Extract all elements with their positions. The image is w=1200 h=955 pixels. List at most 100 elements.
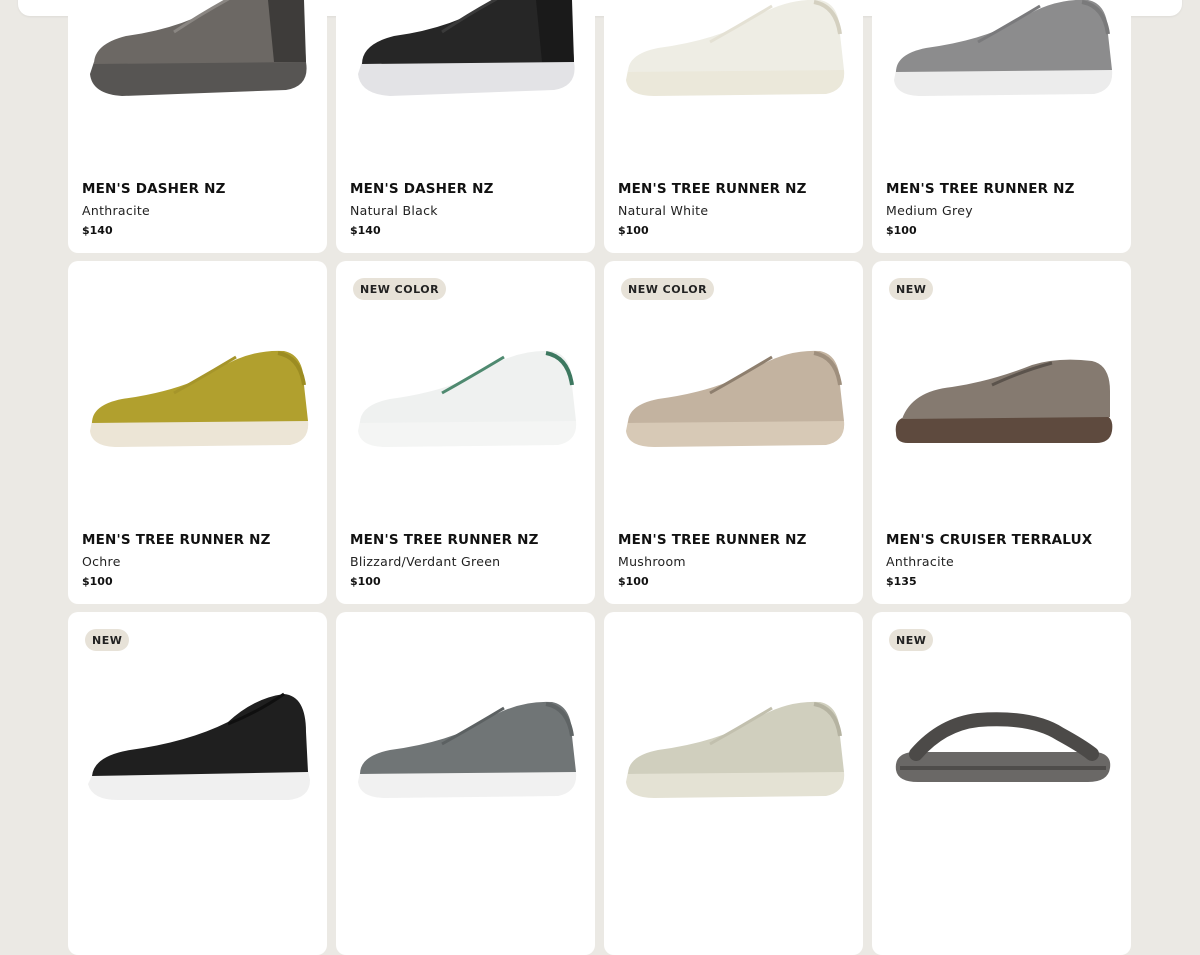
- product-image[interactable]: [78, 321, 318, 461]
- product-color: Ochre: [82, 554, 121, 569]
- shoe-sole: [358, 772, 577, 798]
- shoe-illustration: [88, 692, 310, 800]
- shoe-heel-counter: [268, 0, 306, 62]
- product-info: MEN'S TREE RUNNER NZ Ochre $100: [82, 532, 317, 588]
- product-info: [82, 883, 317, 889]
- shoe-upper: [628, 350, 844, 423]
- product-info: [350, 883, 585, 889]
- product-badge: NEW: [85, 629, 130, 651]
- product-name[interactable]: MEN'S TREE RUNNER NZ: [618, 181, 853, 197]
- product-info: MEN'S TREE RUNNER NZ Medium Grey $100: [886, 181, 1121, 237]
- shoe-sole: [626, 421, 845, 447]
- product-card[interactable]: MEN'S TREE RUNNER NZ Ochre $100: [68, 261, 327, 604]
- product-card[interactable]: NEW COLOR MEN'S TREE RUNNER NZ Blizzard/…: [336, 261, 595, 604]
- product-color: Anthracite: [82, 203, 151, 218]
- product-info: MEN'S TREE RUNNER NZ Mushroom $100: [618, 532, 853, 588]
- shoe-upper: [92, 350, 308, 423]
- product-card[interactable]: NEW MEN'S CRUISER TERRALUX Anthracite $1…: [872, 261, 1131, 604]
- product-name[interactable]: MEN'S CRUISER TERRALUX: [886, 532, 1121, 548]
- shoe-upper: [628, 0, 844, 72]
- product-card[interactable]: NEW: [872, 612, 1131, 955]
- product-image[interactable]: [346, 672, 586, 812]
- shoe-upper: [92, 694, 308, 776]
- product-info: MEN'S TREE RUNNER NZ Natural White $100: [618, 181, 853, 237]
- product-price: $100: [886, 224, 917, 237]
- product-grid: MEN'S DASHER NZ Anthracite $140 MEN'S DA…: [68, 0, 1131, 955]
- product-image[interactable]: [614, 321, 854, 461]
- product-info: MEN'S TREE RUNNER NZ Blizzard/Verdant Gr…: [350, 532, 585, 588]
- product-card[interactable]: MEN'S DASHER NZ Anthracite $140: [68, 0, 327, 253]
- product-badge: NEW: [889, 278, 934, 300]
- shoe-illustration: [90, 0, 307, 96]
- product-card[interactable]: MEN'S TREE RUNNER NZ Medium Grey $100: [872, 0, 1131, 253]
- shoe-illustration: [358, 350, 577, 447]
- shoe-illustration: [626, 0, 845, 96]
- product-color: Natural White: [618, 203, 709, 218]
- shoe-sole: [358, 421, 577, 447]
- product-info: MEN'S DASHER NZ Anthracite $140: [82, 181, 317, 237]
- product-image[interactable]: [614, 0, 854, 110]
- shoe-upper: [360, 701, 576, 774]
- shoe-upper: [360, 350, 576, 423]
- product-name[interactable]: MEN'S DASHER NZ: [350, 181, 585, 197]
- product-badge: NEW COLOR: [353, 278, 447, 300]
- product-color: Blizzard/Verdant Green: [350, 554, 501, 569]
- product-image[interactable]: [882, 672, 1122, 812]
- product-price: $135: [886, 575, 917, 588]
- product-name[interactable]: MEN'S TREE RUNNER NZ: [618, 532, 853, 548]
- shoe-sole: [895, 415, 1113, 443]
- product-color: Mushroom: [618, 554, 686, 569]
- shoe-strap: [909, 712, 1099, 761]
- shoe-illustration: [358, 0, 575, 96]
- product-color: Natural Black: [350, 203, 438, 218]
- product-price: $140: [82, 224, 113, 237]
- product-info: [886, 883, 1121, 889]
- product-name[interactable]: MEN'S TREE RUNNER NZ: [350, 532, 585, 548]
- product-name[interactable]: MEN'S DASHER NZ: [82, 181, 317, 197]
- product-image[interactable]: [882, 0, 1122, 110]
- product-info: MEN'S CRUISER TERRALUX Anthracite $135: [886, 532, 1121, 588]
- product-image[interactable]: [614, 672, 854, 812]
- product-info: [618, 883, 853, 889]
- shoe-illustration: [90, 350, 309, 447]
- product-image[interactable]: [346, 0, 586, 110]
- shoe-upper: [902, 359, 1110, 419]
- product-badge: NEW: [889, 629, 934, 651]
- product-badge: NEW COLOR: [621, 278, 715, 300]
- product-price: $100: [350, 575, 381, 588]
- product-name[interactable]: MEN'S TREE RUNNER NZ: [82, 532, 317, 548]
- shoe-illustration: [626, 350, 845, 447]
- shoe-sole: [90, 62, 307, 96]
- product-price: $100: [618, 575, 649, 588]
- product-image[interactable]: [78, 672, 318, 812]
- shoe-illustration: [895, 359, 1113, 443]
- shoe-upper: [628, 701, 844, 774]
- product-color: Medium Grey: [886, 203, 973, 218]
- product-card[interactable]: [604, 612, 863, 955]
- shoe-illustration: [358, 701, 577, 798]
- product-color: Anthracite: [886, 554, 955, 569]
- product-image[interactable]: [346, 321, 586, 461]
- shoe-illustration: [626, 701, 845, 798]
- product-image[interactable]: [882, 321, 1122, 461]
- product-price: $100: [618, 224, 649, 237]
- shoe-sole: [626, 772, 845, 798]
- shoe-sole: [90, 421, 309, 447]
- product-card[interactable]: NEW COLOR MEN'S TREE RUNNER NZ Mushroom …: [604, 261, 863, 604]
- shoe-sole: [626, 70, 845, 96]
- shoe-illustration: [895, 712, 1111, 782]
- product-price: $100: [82, 575, 113, 588]
- product-card[interactable]: NEW: [68, 612, 327, 955]
- shoe-sole: [894, 70, 1113, 96]
- product-name[interactable]: MEN'S TREE RUNNER NZ: [886, 181, 1121, 197]
- product-card[interactable]: MEN'S DASHER NZ Natural Black $140: [336, 0, 595, 253]
- product-image[interactable]: [78, 0, 318, 110]
- product-card[interactable]: [336, 612, 595, 955]
- shoe-sole: [358, 62, 575, 96]
- shoe-upper: [896, 0, 1112, 72]
- product-info: MEN'S DASHER NZ Natural Black $140: [350, 181, 585, 237]
- shoe-illustration: [894, 0, 1113, 96]
- shoe-heel-counter: [536, 0, 574, 62]
- product-price: $140: [350, 224, 381, 237]
- product-card[interactable]: MEN'S TREE RUNNER NZ Natural White $100: [604, 0, 863, 253]
